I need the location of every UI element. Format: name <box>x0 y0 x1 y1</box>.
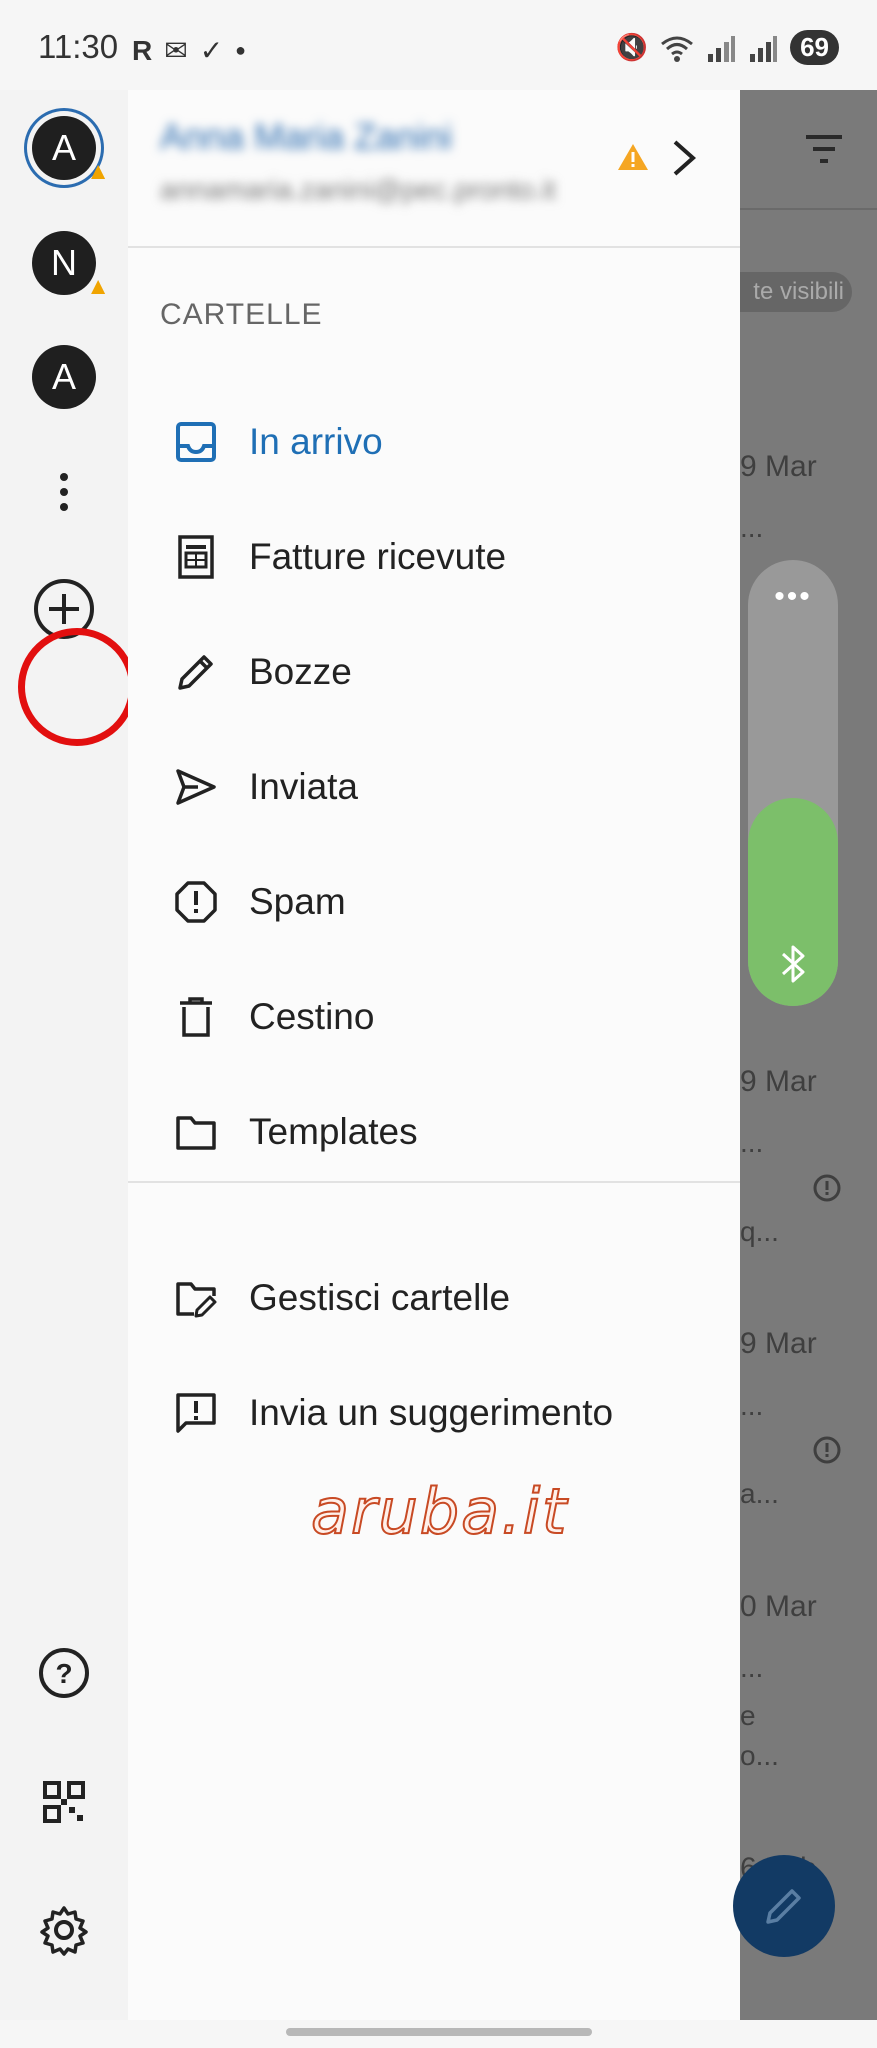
action-label: Invia un suggerimento <box>249 1392 614 1433</box>
check-circle-icon: ✓ <box>199 35 224 66</box>
mail-snippet: e <box>740 1700 756 1731</box>
info-icon <box>813 1174 841 1202</box>
scrim-mail-list[interactable]: te visibili 9 Mar ... 9 Mar ... q... 9 M… <box>740 90 877 2020</box>
qr-code-button[interactable] <box>32 1770 96 1834</box>
account-name: Anna Maria Zanini <box>160 116 453 157</box>
settings-button[interactable] <box>32 1898 96 1962</box>
folder-inviata[interactable]: Inviata <box>128 742 740 832</box>
notification-icons: R ✉ ✓ ● <box>132 34 246 67</box>
folder-in-arrivo[interactable]: In arrivo <box>128 397 740 487</box>
r-app-icon: R <box>132 34 153 66</box>
navigation-drawer: Anna Maria Zanini annamaria.zanini@pec.p… <box>128 90 740 2020</box>
signal-icon-2 <box>750 35 778 62</box>
mail-snippet: a... <box>740 1478 779 1509</box>
home-indicator[interactable] <box>286 2028 592 2036</box>
status-bar: 11:30 R ✉ ✓ ● 🔇 69 <box>0 0 877 90</box>
settings-icon <box>40 1906 88 1956</box>
folder-label: Bozze <box>249 651 352 692</box>
volume-slider[interactable]: ••• <box>748 560 838 1006</box>
inbox-icon <box>176 422 216 462</box>
avatar-letter: A <box>51 356 76 397</box>
folder-cestino[interactable]: Cestino <box>128 972 740 1062</box>
svg-text:?: ? <box>55 1658 72 1689</box>
bluetooth-icon <box>781 945 805 983</box>
drawer-divider <box>128 1181 740 1183</box>
folder-edit-icon <box>176 1282 217 1318</box>
mail-date: 0 Mar <box>740 1590 817 1623</box>
mail-date: 9 Mar <box>740 450 817 483</box>
wifi-icon <box>661 36 694 62</box>
send-icon <box>176 769 216 805</box>
qr-code-icon <box>43 1781 85 1823</box>
invoice-icon <box>178 535 214 579</box>
more-horizontal-icon[interactable]: ••• <box>748 580 838 614</box>
warning-icon <box>618 144 648 170</box>
send-feedback-item[interactable]: Invia un suggerimento <box>128 1368 740 1458</box>
trash-icon <box>180 997 212 1037</box>
manage-folders-item[interactable]: Gestisci cartelle <box>128 1253 740 1343</box>
account-email: annamaria.zanini@pec.pronto.it <box>160 174 556 205</box>
spam-icon <box>175 881 217 923</box>
more-vertical-icon <box>60 473 68 511</box>
folder-label: Fatture ricevute <box>249 536 507 577</box>
aruba-logo: aruba.it <box>310 1474 569 1549</box>
list-toolbar <box>740 90 877 210</box>
account-avatar-1[interactable]: A ▲ <box>32 116 110 185</box>
folder-label: In arrivo <box>249 421 383 462</box>
chevron-right-icon[interactable] <box>671 138 697 178</box>
folder-icon <box>176 1116 216 1150</box>
compose-button[interactable] <box>733 1855 835 1957</box>
account-header[interactable]: Anna Maria Zanini annamaria.zanini@pec.p… <box>128 90 740 248</box>
folder-label: Inviata <box>249 766 359 807</box>
help-button[interactable]: ? <box>32 1641 96 1705</box>
visibility-chip: te visibili <box>740 272 852 312</box>
mail-date: 9 Mar <box>740 1065 817 1098</box>
folder-label: Spam <box>249 881 346 922</box>
mute-icon: 🔇 <box>615 32 649 62</box>
pencil-icon <box>178 655 213 690</box>
mail-snippet: o... <box>740 1740 779 1771</box>
folder-label: Templates <box>249 1111 418 1152</box>
pencil-icon <box>766 1889 801 1924</box>
avatar-letter: A <box>51 127 76 168</box>
folder-bozze[interactable]: Bozze <box>128 627 740 717</box>
more-accounts-button[interactable] <box>32 460 96 524</box>
status-time: 11:30 <box>38 28 119 65</box>
avatar-letter: N <box>51 242 77 283</box>
action-label: Gestisci cartelle <box>249 1277 511 1318</box>
folder-templates[interactable]: Templates <box>128 1087 740 1177</box>
info-icon <box>813 1436 841 1464</box>
mail-snippet: ... <box>740 1652 764 1683</box>
dot-icon: ● <box>235 40 247 60</box>
filter-icon <box>806 135 842 163</box>
folders-section-title: CARTELLE <box>160 298 323 331</box>
folder-label: Cestino <box>249 996 375 1037</box>
mail-date: 9 Mar <box>740 1327 817 1360</box>
feedback-icon <box>176 1393 216 1433</box>
warning-icon: ▲ <box>86 273 110 300</box>
signal-icon <box>708 35 736 62</box>
mail-snippet: ... <box>740 1127 764 1158</box>
red-highlight-circle <box>8 618 146 756</box>
system-icons: 🔇 69 <box>616 30 839 65</box>
warning-icon: ▲ <box>86 158 110 185</box>
mail-snippet: ... <box>740 512 764 543</box>
mail-icon: ✉ <box>164 35 188 66</box>
help-icon: ? <box>39 1648 89 1698</box>
folder-fatture-ricevute[interactable]: Fatture ricevute <box>128 512 740 602</box>
battery-level: 69 <box>790 30 839 65</box>
mail-snippet: ... <box>740 1390 764 1421</box>
account-rail: A ▲ N ▲ A ? <box>0 90 146 2020</box>
mail-snippet: q... <box>740 1216 779 1247</box>
account-avatar-3[interactable]: A <box>32 345 96 409</box>
folder-spam[interactable]: Spam <box>128 857 740 947</box>
account-avatar-2[interactable]: N ▲ <box>32 231 110 300</box>
